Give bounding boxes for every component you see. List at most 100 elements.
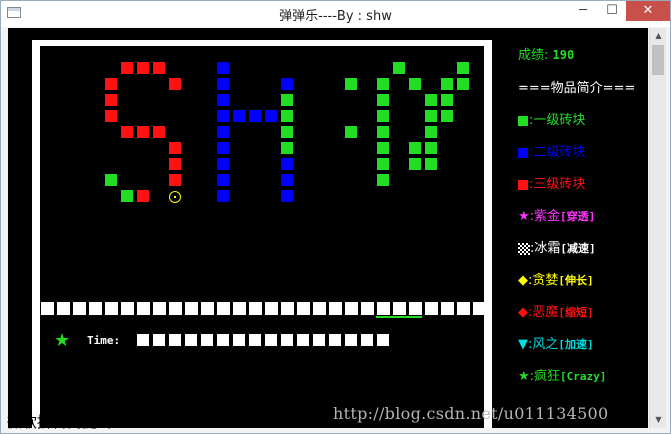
brick-level1 <box>281 126 293 138</box>
brick-level3 <box>169 158 181 170</box>
brick-level3 <box>105 78 117 90</box>
legend-tag: [伸长] <box>558 274 594 287</box>
brick-level1 <box>409 142 421 154</box>
brick-level3 <box>153 126 165 138</box>
brick-level1 <box>441 78 453 90</box>
brick-level3 <box>121 62 133 74</box>
white-block <box>281 302 294 315</box>
brick-level1 <box>441 110 453 122</box>
brick-level1 <box>281 110 293 122</box>
time-block <box>329 334 341 346</box>
brick-level2 <box>217 126 229 138</box>
legend-tag: [Crazy] <box>560 370 607 383</box>
brick-level1 <box>409 158 421 170</box>
brick-level1 <box>425 110 437 122</box>
white-block <box>313 302 326 315</box>
time-block <box>377 334 389 346</box>
legend-item: ◆:恶魔[缩短] <box>518 301 594 320</box>
legend-label: :恶魔 <box>528 305 559 320</box>
green-star-icon: ★ <box>518 369 530 384</box>
brick-level1 <box>377 174 389 186</box>
time-star-icon: ★ <box>54 330 71 351</box>
white-block <box>233 302 246 315</box>
score: 成绩: 190 <box>518 44 574 63</box>
brick-level1 <box>441 94 453 106</box>
white-block <box>361 302 374 315</box>
ball <box>169 191 181 203</box>
paddle[interactable] <box>376 316 422 318</box>
time-block <box>217 334 229 346</box>
brick-level2 <box>249 110 261 122</box>
brick-level1 <box>425 126 437 138</box>
brick-level3 <box>153 62 165 74</box>
time-block <box>281 334 293 346</box>
brick-level2 <box>217 174 229 186</box>
legend-label: :疯狂 <box>529 369 561 384</box>
legend-item: :一级砖块 <box>518 109 585 128</box>
game-canvas[interactable]: ★ Time: 成绩: 190 ===物品简介=== :一级砖块:二级砖块:三级… <box>8 28 648 428</box>
time-block <box>345 334 357 346</box>
brick-level2 <box>217 78 229 90</box>
white-block <box>89 302 102 315</box>
scroll-thumb[interactable] <box>652 45 664 75</box>
scroll-down-icon[interactable]: ▼ <box>650 412 667 428</box>
white-block <box>201 302 214 315</box>
brick-level2 <box>281 78 293 90</box>
brick-level1 <box>345 78 357 90</box>
brick-level3 <box>137 62 149 74</box>
brick-level3 <box>121 126 133 138</box>
brick-level2 <box>281 158 293 170</box>
brick-level1 <box>281 94 293 106</box>
brick-level1 <box>377 158 389 170</box>
app-window: 弹弹乐----By : shw ─ ☐ ✕ ★ Time: 成绩: 190 ==… <box>0 0 671 434</box>
brick-level1 <box>457 62 469 74</box>
brick-level2 <box>217 142 229 154</box>
brick-level2 <box>217 110 229 122</box>
brick-level3 <box>169 174 181 186</box>
brick-level2 <box>265 110 277 122</box>
brick-level1 <box>377 78 389 90</box>
red-diamond-icon: ◆ <box>518 305 528 320</box>
legend-tag: [缩短] <box>558 306 594 319</box>
time-block <box>249 334 261 346</box>
legend-tag: [穿透] <box>560 210 596 223</box>
time-block <box>265 334 277 346</box>
white-block <box>137 302 150 315</box>
maximize-button[interactable]: ☐ <box>598 1 626 21</box>
time-block <box>153 334 165 346</box>
brick-level1 <box>393 62 405 74</box>
white-block <box>169 302 182 315</box>
scroll-up-icon[interactable]: ▲ <box>650 28 667 44</box>
time-block <box>169 334 181 346</box>
brick-level1 <box>425 158 437 170</box>
legend-label: :贪婪 <box>528 273 559 288</box>
white-block <box>377 302 390 315</box>
brick-level2 <box>217 62 229 74</box>
time-block <box>137 334 149 346</box>
minimize-button[interactable]: ─ <box>569 1 597 21</box>
vertical-scrollbar[interactable]: ▲ ▼ <box>649 28 666 428</box>
white-block <box>457 302 470 315</box>
legend-tag: [加速] <box>558 338 594 351</box>
time-label: Time: <box>87 334 121 347</box>
close-button[interactable]: ✕ <box>626 1 670 21</box>
brick-level1 <box>105 174 117 186</box>
brick-level1 <box>425 94 437 106</box>
sidebar: 成绩: 190 ===物品简介=== :一级砖块:二级砖块:三级砖块 ★:紫金[穿… <box>518 28 648 428</box>
title-bar[interactable]: 弹弹乐----By : shw ─ ☐ ✕ <box>1 1 670 27</box>
white-block <box>185 302 198 315</box>
legend-tag: [减速] <box>560 242 596 255</box>
yellow-diamond-icon: ◆ <box>518 273 528 288</box>
white-block <box>265 302 278 315</box>
white-block <box>153 302 166 315</box>
time-block <box>201 334 213 346</box>
time-block <box>361 334 373 346</box>
white-block <box>393 302 406 315</box>
brick-level2 <box>217 190 229 202</box>
white-block <box>297 302 310 315</box>
brick-level3 <box>105 110 117 122</box>
brick-level1 <box>121 190 133 202</box>
legend-item: ◆:贪婪[伸长] <box>518 269 594 288</box>
red-square-icon <box>518 179 528 190</box>
brick-level1 <box>281 142 293 154</box>
